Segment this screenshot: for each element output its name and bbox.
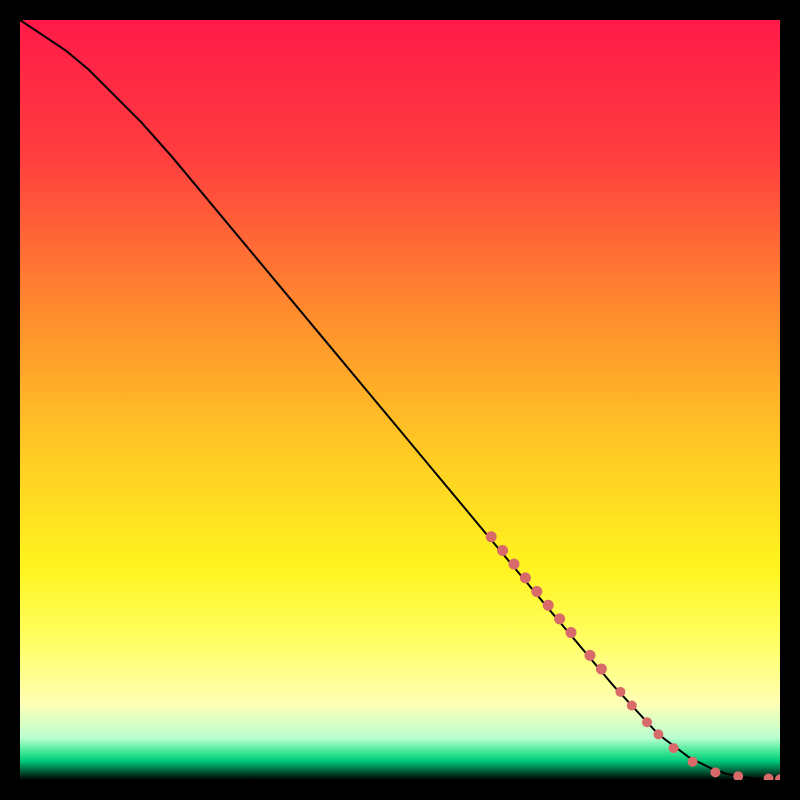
- data-marker: [596, 664, 607, 675]
- data-marker: [585, 650, 596, 661]
- data-marker: [531, 586, 542, 597]
- data-marker: [627, 701, 637, 711]
- data-marker: [543, 600, 554, 611]
- data-marker: [554, 613, 565, 624]
- chart-plot: [20, 20, 780, 780]
- data-marker: [566, 627, 577, 638]
- data-marker: [710, 767, 720, 777]
- data-marker: [653, 729, 663, 739]
- data-marker: [642, 717, 652, 727]
- gradient-background: [20, 20, 780, 780]
- data-marker: [509, 559, 520, 570]
- data-marker: [615, 687, 625, 697]
- data-marker: [688, 757, 698, 767]
- data-marker: [486, 531, 497, 542]
- chart-frame: TheBottleneck.com: [20, 20, 780, 780]
- data-marker: [497, 545, 508, 556]
- data-marker: [669, 743, 679, 753]
- data-marker: [520, 572, 531, 583]
